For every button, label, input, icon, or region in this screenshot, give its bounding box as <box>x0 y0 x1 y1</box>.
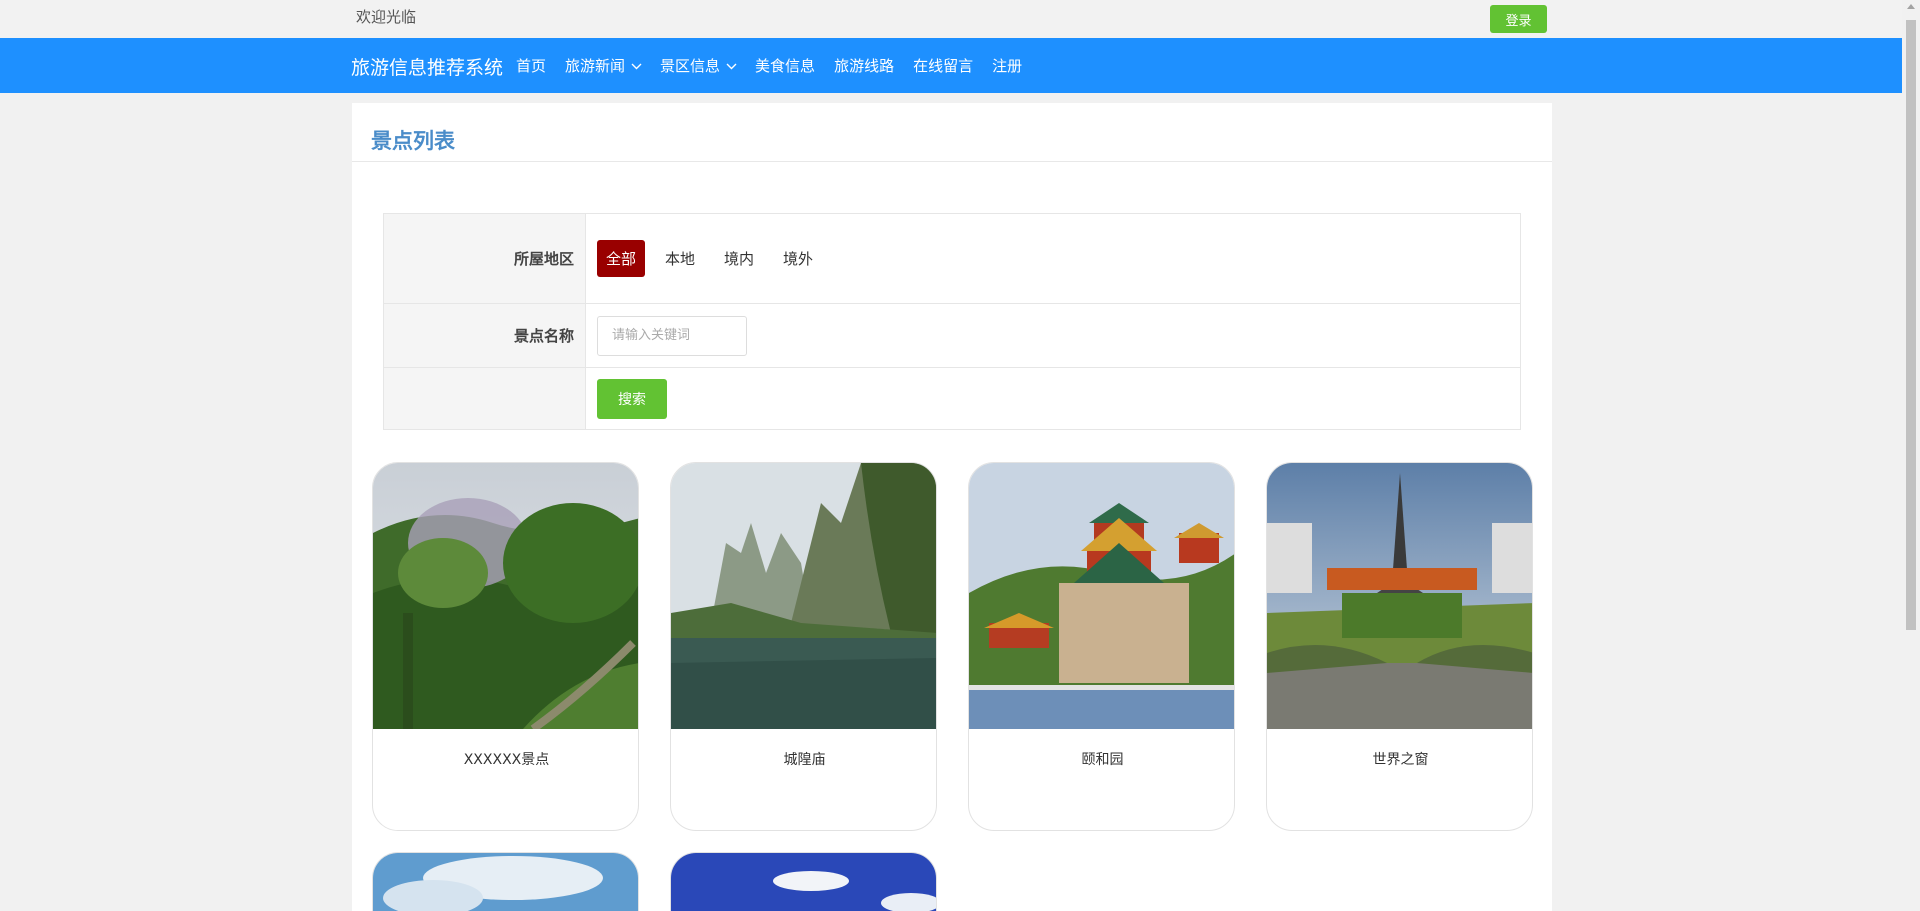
scenic-name[interactable]: XXXXXX景点 <box>373 749 638 769</box>
scenic-card[interactable] <box>670 852 937 911</box>
nav-item-travel-news[interactable]: 旅游新闻 <box>565 55 642 76</box>
nav-menu: 首页 旅游新闻 景区信息 美食信息 旅游线路 在线留言 注册 <box>516 38 1041 93</box>
chevron-down-icon <box>631 61 642 71</box>
region-label: 所屋地区 <box>383 213 586 304</box>
chevron-down-icon <box>726 61 737 71</box>
search-button[interactable]: 搜索 <box>597 378 667 419</box>
nav-item-home[interactable]: 首页 <box>516 55 546 76</box>
scenic-list-panel: 景点列表 所屋地区 全部 本地 境内 境外 景点名称 搜索 <box>352 103 1552 911</box>
nav-item-travel-routes[interactable]: 旅游线路 <box>834 55 894 76</box>
page-scrollbar[interactable] <box>1902 0 1920 911</box>
scenic-card[interactable]: 世界之窗 <box>1266 462 1533 831</box>
scenic-photo[interactable] <box>1267 463 1533 729</box>
scenic-card[interactable]: XXXXXX景点 <box>372 462 639 831</box>
region-options: 全部 本地 境内 境外 <box>597 240 1520 277</box>
scenic-name[interactable]: 城隍庙 <box>671 749 936 769</box>
main-navbar: 旅游信息推荐系统 首页 旅游新闻 景区信息 美食信息 旅游线路 在线留言 注册 <box>0 38 1902 93</box>
scrollbar-thumb[interactable] <box>1906 20 1916 630</box>
region-option-abroad[interactable]: 境外 <box>774 240 822 277</box>
scenic-photo[interactable] <box>969 463 1235 729</box>
filter-table: 所屋地区 全部 本地 境内 境外 景点名称 搜索 <box>383 213 1521 430</box>
title-divider <box>352 161 1552 162</box>
scenic-photo[interactable] <box>373 463 639 729</box>
region-option-all[interactable]: 全部 <box>597 240 646 277</box>
scenic-photo[interactable] <box>373 853 639 911</box>
scroll-up-arrow-icon[interactable] <box>1907 4 1915 9</box>
scenic-card[interactable]: 城隍庙 <box>670 462 937 831</box>
scenic-photo[interactable] <box>671 853 937 911</box>
login-button[interactable]: 登录 <box>1490 5 1547 33</box>
scenic-name-label: 景点名称 <box>383 303 586 368</box>
top-bar: 欢迎光临 登录 <box>0 0 1902 38</box>
nav-item-food-info[interactable]: 美食信息 <box>755 55 815 76</box>
scenic-card[interactable] <box>372 852 639 911</box>
region-option-local[interactable]: 本地 <box>656 240 704 277</box>
scenic-name[interactable]: 颐和园 <box>969 749 1234 769</box>
site-brand[interactable]: 旅游信息推荐系统 <box>351 53 503 80</box>
scenic-photo[interactable] <box>671 463 937 729</box>
page-title: 景点列表 <box>371 129 455 153</box>
welcome-text: 欢迎光临 <box>356 8 417 26</box>
region-option-domestic[interactable]: 境内 <box>715 240 763 277</box>
nav-item-messages[interactable]: 在线留言 <box>913 55 973 76</box>
empty-label-cell <box>383 367 586 430</box>
nav-item-scenic-info[interactable]: 景区信息 <box>660 55 737 76</box>
nav-item-register[interactable]: 注册 <box>992 55 1022 76</box>
scenic-name[interactable]: 世界之窗 <box>1267 749 1532 769</box>
keyword-input[interactable] <box>597 315 747 356</box>
scenic-card[interactable]: 颐和园 <box>968 462 1235 831</box>
